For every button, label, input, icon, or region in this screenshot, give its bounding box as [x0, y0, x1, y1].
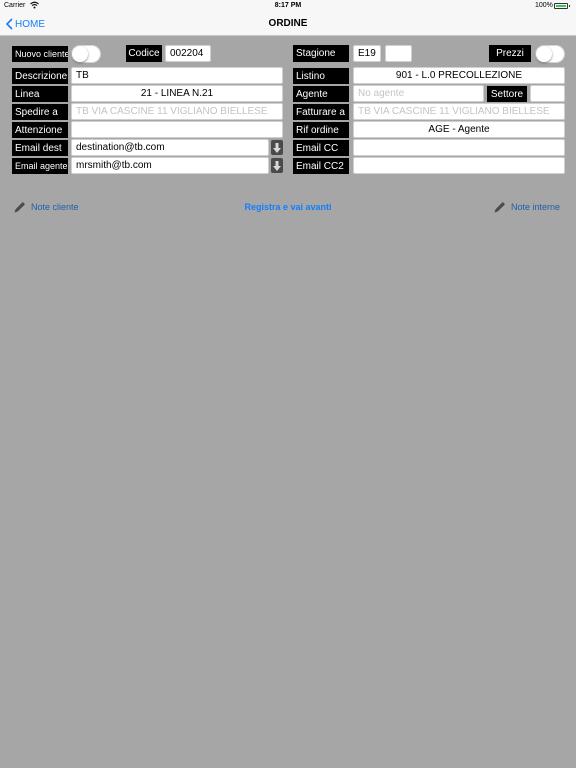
toggle-knob: [72, 46, 88, 62]
note-interne-button[interactable]: Note interne: [493, 199, 560, 215]
email-agente-field[interactable]: mrsmith@tb.com: [71, 157, 269, 174]
email-cc-field[interactable]: [353, 139, 565, 156]
email-dest-field[interactable]: destination@tb.com: [71, 139, 269, 156]
attenzione-label: Attenzione: [12, 122, 68, 138]
stagione-label: Stagione: [293, 45, 349, 62]
navigation-bar: HOME ORDINE: [0, 12, 576, 36]
page-title: ORDINE: [268, 18, 308, 29]
email-dest-label: Email dest: [12, 140, 68, 156]
prezzi-toggle[interactable]: [535, 45, 565, 63]
nuovo-cliente-label: Nuovo cliente: [12, 46, 68, 62]
listino-field[interactable]: 901 - L.0 PRECOLLEZIONE: [353, 67, 565, 84]
nuovo-cliente-toggle[interactable]: [71, 45, 101, 63]
battery-percent: 100%: [535, 2, 553, 9]
note-interne-label: Note interne: [511, 202, 561, 212]
agente-label: Agente: [293, 86, 349, 102]
status-bar: Carrier 8:17 PM 100%: [0, 0, 576, 12]
registra-button[interactable]: Registra e vai avanti: [200, 202, 376, 212]
email-agente-label: Email agente: [12, 158, 68, 174]
attenzione-field[interactable]: [71, 121, 283, 138]
note-cliente-button[interactable]: Note cliente: [13, 199, 79, 215]
codice-label: Codice: [126, 45, 162, 62]
agente-field[interactable]: No agente: [353, 85, 484, 102]
pencil-icon: [14, 202, 25, 213]
spedire-a-label: Spedire a: [12, 104, 68, 120]
stagione-secondary-field[interactable]: [385, 45, 412, 62]
email-cc-label: Email CC: [293, 140, 349, 156]
fatturare-a-label: Fatturare a: [293, 104, 349, 120]
spedire-a-field[interactable]: TB VIA CASCINE 11 VIGLIANO BIELLESE: [71, 103, 283, 120]
pencil-icon: [494, 202, 505, 213]
battery-icon: [554, 3, 568, 9]
linea-field[interactable]: 21 - LINEA N.21: [71, 85, 283, 102]
descrizione-label: Descrizione: [12, 68, 68, 84]
listino-label: Listino: [293, 68, 349, 84]
rif-ordine-label: Rif ordine: [293, 122, 349, 138]
email-cc2-label: Email CC2: [293, 158, 349, 174]
fatturare-a-field[interactable]: TB VIA CASCINE 11 VIGLIANO BIELLESE: [353, 103, 565, 120]
codice-field[interactable]: 002204: [165, 45, 211, 62]
linea-label: Linea: [12, 86, 68, 102]
descrizione-field[interactable]: TB: [71, 67, 283, 84]
rif-ordine-field[interactable]: AGE - Agente: [353, 121, 565, 138]
battery-tip: [569, 5, 570, 7]
email-dest-download-icon[interactable]: [271, 140, 283, 155]
prezzi-label: Prezzi: [489, 45, 531, 62]
clock: 8:17 PM: [274, 2, 302, 9]
settore-label: Settore: [487, 86, 527, 102]
settore-field[interactable]: [530, 85, 565, 102]
note-cliente-label: Note cliente: [31, 202, 79, 212]
email-cc2-field[interactable]: [353, 157, 565, 174]
stagione-field[interactable]: E19: [353, 45, 381, 62]
toggle-knob: [536, 46, 552, 62]
email-agente-download-icon[interactable]: [271, 158, 283, 173]
